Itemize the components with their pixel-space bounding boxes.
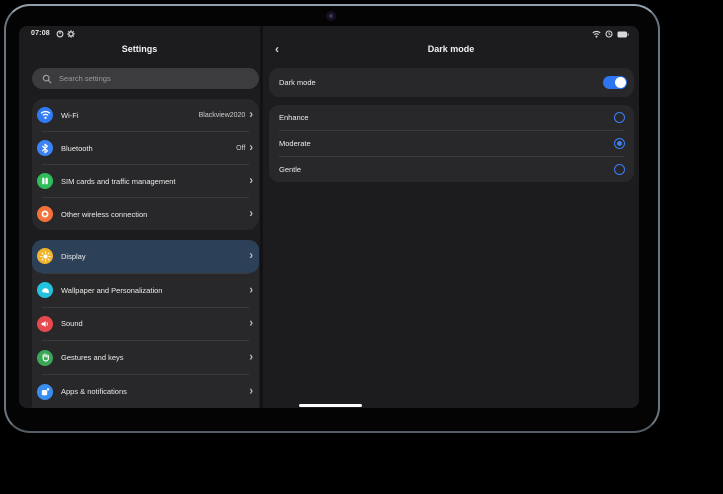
settings-title: Settings — [19, 44, 260, 54]
page-title: Dark mode — [263, 44, 639, 54]
sidebar-item-sim-cards[interactable]: SIM cards and traffic management › — [32, 165, 259, 197]
search-input[interactable]: Search settings — [32, 68, 259, 89]
sidebar-item-wifi[interactable]: Wi-Fi Blackview2020 › — [32, 99, 259, 131]
radio-button[interactable] — [614, 164, 625, 175]
item-label: Sound — [61, 319, 83, 328]
chevron-right-icon: › — [249, 175, 253, 187]
personalization-settings-group: Display › Wallpaper and Personalization … — [32, 240, 259, 408]
chevron-right-icon: › — [249, 142, 253, 154]
hand-icon — [37, 350, 53, 366]
sidebar-item-gestures[interactable]: Gestures and keys › — [32, 341, 259, 374]
chevron-right-icon: › — [249, 318, 253, 330]
dark-mode-switch[interactable] — [603, 76, 627, 89]
chevron-right-icon: › — [249, 109, 253, 121]
item-value: Off — [236, 145, 245, 152]
option-gentle[interactable]: Gentle — [269, 157, 634, 182]
tablet-device: 07:08 Settings Search settings — [4, 4, 660, 433]
sidebar-item-sound[interactable]: Sound › — [32, 308, 259, 341]
option-label: Moderate — [279, 139, 311, 148]
bluetooth-icon — [37, 140, 53, 156]
wireless-ring-icon — [37, 206, 53, 222]
chevron-right-icon: › — [249, 352, 253, 364]
sidebar-item-other-wireless[interactable]: Other wireless connection › — [32, 198, 259, 230]
sim-card-icon — [37, 173, 53, 189]
item-label: Bluetooth — [61, 144, 93, 153]
item-label: Apps & notifications — [61, 387, 127, 396]
search-icon — [42, 74, 52, 84]
option-enhance[interactable]: Enhance — [269, 105, 634, 130]
dark-mode-panel: ‹ Dark mode Dark mode Enhance Moderate — [263, 26, 639, 408]
sun-icon — [37, 248, 53, 264]
front-camera-icon — [326, 11, 336, 21]
item-label: Other wireless connection — [61, 210, 147, 219]
screen: 07:08 Settings Search settings — [19, 26, 639, 408]
apps-icon — [37, 384, 53, 400]
item-value: Blackview2020 — [199, 112, 246, 119]
sidebar-item-wallpaper[interactable]: Wallpaper and Personalization › — [32, 274, 259, 307]
search-placeholder: Search settings — [59, 74, 111, 83]
speaker-icon — [37, 316, 53, 332]
dark-mode-options-group: Enhance Moderate Gentle — [269, 105, 634, 182]
item-label: Display — [61, 252, 86, 261]
chevron-right-icon: › — [249, 250, 253, 262]
sidebar-item-display[interactable]: Display › — [32, 240, 259, 273]
radio-button[interactable] — [614, 112, 625, 123]
dark-mode-toggle-row[interactable]: Dark mode — [269, 68, 634, 97]
item-label: Wallpaper and Personalization — [61, 286, 162, 295]
item-label: Gestures and keys — [61, 353, 124, 362]
option-moderate[interactable]: Moderate — [269, 131, 634, 156]
toggle-row-label: Dark mode — [279, 78, 316, 87]
item-label: SIM cards and traffic management — [61, 177, 176, 186]
item-label: Wi-Fi — [61, 111, 79, 120]
wireless-settings-group: Wi-Fi Blackview2020 › Bluetooth Off › — [32, 99, 259, 230]
wallpaper-icon — [37, 282, 53, 298]
option-label: Enhance — [279, 113, 309, 122]
chevron-right-icon: › — [249, 386, 253, 398]
chevron-right-icon: › — [249, 284, 253, 296]
sidebar-item-bluetooth[interactable]: Bluetooth Off › — [32, 132, 259, 164]
option-label: Gentle — [279, 165, 301, 174]
home-indicator[interactable] — [299, 404, 362, 407]
sidebar-item-apps-notifications[interactable]: Apps & notifications › — [32, 375, 259, 408]
chevron-right-icon: › — [249, 208, 253, 220]
settings-sidebar: Settings Search settings Wi-Fi Blackview… — [19, 26, 260, 408]
radio-button[interactable] — [614, 138, 625, 149]
switch-knob — [615, 77, 626, 88]
stage: 07:08 Settings Search settings — [0, 0, 723, 494]
wifi-icon — [37, 107, 53, 123]
